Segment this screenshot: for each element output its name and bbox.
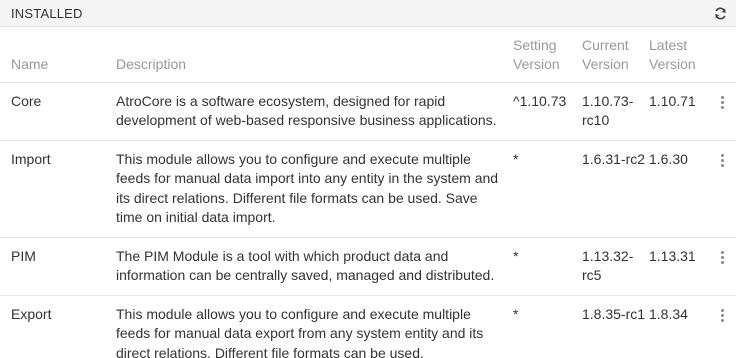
module-latest-version: 1.13.31 bbox=[649, 247, 696, 264]
row-actions-menu-icon[interactable] bbox=[717, 92, 727, 109]
module-description: This module allows you to configure and … bbox=[116, 150, 499, 226]
table-header-row: Name Description Setting Version Current… bbox=[0, 27, 736, 82]
module-setting-version: * bbox=[513, 247, 519, 264]
module-current-version: 1.6.31-rc2 bbox=[582, 150, 646, 167]
column-header-name[interactable]: Name bbox=[0, 27, 116, 82]
module-name: Core bbox=[11, 92, 42, 109]
panel-title: INSTALLED bbox=[11, 5, 83, 21]
module-setting-version: ^1.10.73 bbox=[513, 92, 567, 109]
table-row: PIM The PIM Module is a tool with which … bbox=[0, 237, 736, 295]
module-description: The PIM Module is a tool with which prod… bbox=[116, 247, 495, 284]
module-latest-version: 1.10.71 bbox=[649, 92, 696, 109]
panel-header: INSTALLED bbox=[0, 0, 736, 27]
module-current-version: 1.13.32-rc5 bbox=[582, 247, 634, 284]
module-current-version: 1.8.35-rc1 bbox=[582, 305, 646, 322]
module-name: Export bbox=[11, 305, 52, 322]
module-setting-version: * bbox=[513, 150, 519, 167]
installed-modules-panel: INSTALLED Name Description Setting Versi… bbox=[0, 0, 736, 358]
module-name: Import bbox=[11, 150, 51, 167]
module-name: PIM bbox=[11, 247, 36, 264]
row-actions-menu-icon[interactable] bbox=[717, 247, 727, 264]
module-description: AtroCore is a software ecosystem, design… bbox=[116, 92, 497, 129]
column-header-actions bbox=[717, 27, 736, 82]
column-header-latest-version: Latest Version bbox=[649, 36, 696, 72]
refresh-icon[interactable] bbox=[712, 5, 728, 21]
module-setting-version: * bbox=[513, 305, 519, 322]
module-description: This module allows you to configure and … bbox=[116, 305, 484, 358]
table-row: Core AtroCore is a software ecosystem, d… bbox=[0, 82, 736, 140]
module-latest-version: 1.8.34 bbox=[649, 305, 688, 322]
row-actions-menu-icon[interactable] bbox=[717, 305, 727, 322]
modules-table: Name Description Setting Version Current… bbox=[0, 27, 736, 358]
module-current-version: 1.10.73-rc10 bbox=[582, 92, 634, 129]
table-row: Import This module allows you to configu… bbox=[0, 140, 736, 237]
column-header-setting-version: Setting Version bbox=[513, 36, 560, 72]
column-header-current-version: Current Version bbox=[582, 36, 629, 72]
module-latest-version: 1.6.30 bbox=[649, 150, 688, 167]
row-actions-menu-icon[interactable] bbox=[717, 150, 727, 167]
column-header-description: Description bbox=[116, 55, 187, 72]
table-row: Export This module allows you to configu… bbox=[0, 295, 736, 358]
